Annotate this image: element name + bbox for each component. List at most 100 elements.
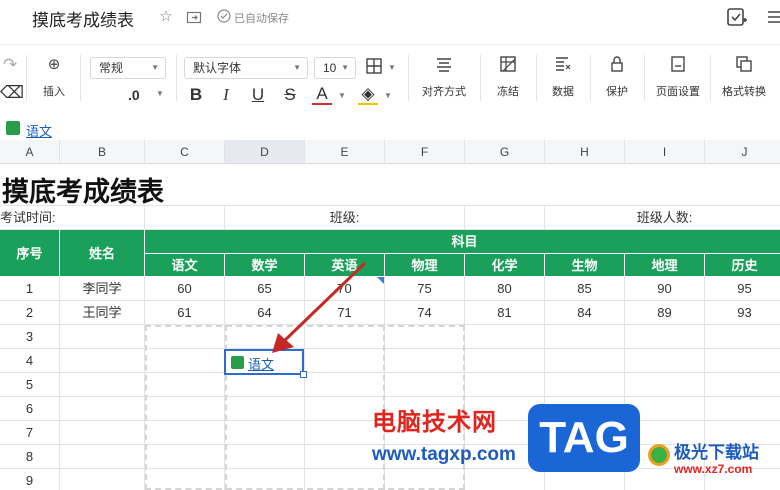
- header-subject-2[interactable]: 数学: [225, 254, 305, 277]
- empty-cell[interactable]: [60, 373, 145, 397]
- menu-icon[interactable]: [766, 6, 780, 28]
- eraser-icon[interactable]: ⌫: [0, 83, 24, 103]
- header-subject-4[interactable]: 物理: [385, 254, 465, 277]
- class-label[interactable]: 班级:: [225, 206, 465, 230]
- empty-cell[interactable]: [705, 325, 780, 349]
- row-number[interactable]: 8: [0, 445, 60, 469]
- empty-cell[interactable]: [465, 349, 545, 373]
- number-format-select[interactable]: 常规 ▼: [90, 57, 166, 79]
- empty-cell[interactable]: [60, 421, 145, 445]
- row-number[interactable]: 5: [0, 373, 60, 397]
- font-size-select[interactable]: 10 ▼: [314, 57, 356, 79]
- format-convert-button[interactable]: 格式转换: [716, 55, 772, 99]
- star-icon[interactable]: ☆: [158, 9, 174, 25]
- score-cell[interactable]: 95: [705, 277, 780, 301]
- score-cell[interactable]: 93: [705, 301, 780, 325]
- redo-icon[interactable]: ↷: [0, 55, 20, 75]
- header-subject-7[interactable]: 地理: [625, 254, 705, 277]
- column-header-a[interactable]: A: [0, 140, 60, 164]
- score-cell[interactable]: 75: [385, 277, 465, 301]
- data-button[interactable]: 数据: [542, 55, 584, 99]
- score-cell[interactable]: 60: [145, 277, 225, 301]
- row-index[interactable]: 2: [0, 301, 60, 325]
- exam-time-label[interactable]: 考试时间:: [0, 206, 145, 230]
- empty-cell[interactable]: [705, 373, 780, 397]
- column-header-c[interactable]: C: [145, 140, 225, 164]
- header-subject-3[interactable]: 英语: [305, 254, 385, 277]
- score-cell[interactable]: 74: [385, 301, 465, 325]
- header-subject-6[interactable]: 生物: [545, 254, 625, 277]
- score-cell[interactable]: 61: [145, 301, 225, 325]
- column-header-f[interactable]: F: [385, 140, 465, 164]
- score-cell[interactable]: 70: [305, 277, 385, 301]
- empty-cell[interactable]: [625, 373, 705, 397]
- protect-button[interactable]: 保护: [596, 55, 638, 99]
- score-cell[interactable]: 65: [225, 277, 305, 301]
- score-cell[interactable]: 85: [545, 277, 625, 301]
- fill-handle[interactable]: [300, 371, 307, 378]
- move-folder-icon[interactable]: [186, 9, 202, 25]
- row-number[interactable]: 3: [0, 325, 60, 349]
- empty-cell[interactable]: [705, 349, 780, 373]
- empty-cell[interactable]: [60, 469, 145, 490]
- strikethrough-button[interactable]: S: [280, 85, 300, 105]
- selected-cell-link[interactable]: 语文: [248, 354, 274, 373]
- column-header-e[interactable]: E: [305, 140, 385, 164]
- underline-button[interactable]: U: [248, 85, 268, 105]
- cell-link-text[interactable]: 语文: [26, 121, 52, 140]
- font-family-select[interactable]: 默认字体 ▼: [184, 57, 308, 79]
- sheet-title[interactable]: 摸底考成绩表: [2, 170, 164, 209]
- empty-cell[interactable]: [705, 397, 780, 421]
- score-cell[interactable]: 80: [465, 277, 545, 301]
- empty-cell[interactable]: [625, 325, 705, 349]
- student-name[interactable]: 李同学: [60, 277, 145, 301]
- score-cell[interactable]: 89: [625, 301, 705, 325]
- header-index[interactable]: 序号: [0, 230, 60, 277]
- info-cell-empty[interactable]: [145, 206, 225, 230]
- header-name[interactable]: 姓名: [60, 230, 145, 277]
- chevron-down-icon[interactable]: ▼: [388, 63, 396, 72]
- header-subject-1[interactable]: 语文: [145, 254, 225, 277]
- empty-cell[interactable]: [60, 397, 145, 421]
- decimal-button[interactable]: .0: [128, 87, 140, 103]
- column-header-h[interactable]: H: [545, 140, 625, 164]
- insert-button[interactable]: ⊕ 插入: [34, 55, 74, 99]
- score-cell[interactable]: 90: [625, 277, 705, 301]
- selected-cell[interactable]: 语文: [224, 349, 307, 378]
- score-cell[interactable]: 71: [305, 301, 385, 325]
- empty-cell[interactable]: [465, 469, 545, 490]
- empty-cell[interactable]: [465, 373, 545, 397]
- align-button[interactable]: 对齐方式: [416, 55, 472, 99]
- column-header-b[interactable]: B: [60, 140, 145, 164]
- score-cell[interactable]: 81: [465, 301, 545, 325]
- empty-cell[interactable]: [60, 325, 145, 349]
- chevron-down-icon[interactable]: ▼: [384, 91, 392, 100]
- info-cell-empty[interactable]: [465, 206, 545, 230]
- row-index[interactable]: 1: [0, 277, 60, 301]
- freeze-button[interactable]: 冻结: [488, 55, 528, 99]
- header-subject-8[interactable]: 历史: [705, 254, 780, 277]
- score-cell[interactable]: 84: [545, 301, 625, 325]
- row-number[interactable]: 7: [0, 421, 60, 445]
- empty-cell[interactable]: [60, 349, 145, 373]
- italic-button[interactable]: I: [216, 85, 236, 105]
- font-color-button[interactable]: A: [312, 85, 332, 105]
- column-header-g[interactable]: G: [465, 140, 545, 164]
- student-name[interactable]: 王同学: [60, 301, 145, 325]
- score-cell[interactable]: 64: [225, 301, 305, 325]
- column-header-d[interactable]: D: [225, 140, 305, 164]
- column-header-i[interactable]: I: [625, 140, 705, 164]
- header-subject-5[interactable]: 化学: [465, 254, 545, 277]
- class-size-label[interactable]: 班级人数:: [545, 206, 780, 230]
- empty-cell[interactable]: [60, 445, 145, 469]
- column-header-j[interactable]: J: [705, 140, 780, 164]
- empty-cell[interactable]: [545, 469, 625, 490]
- empty-cell[interactable]: [545, 349, 625, 373]
- chevron-down-icon[interactable]: ▼: [156, 89, 164, 98]
- chevron-down-icon[interactable]: ▼: [338, 91, 346, 100]
- header-subjects[interactable]: 科目: [145, 230, 780, 254]
- fill-color-icon[interactable]: ◈: [358, 85, 378, 105]
- row-number[interactable]: 4: [0, 349, 60, 373]
- bold-button[interactable]: B: [186, 85, 206, 105]
- empty-cell[interactable]: [545, 325, 625, 349]
